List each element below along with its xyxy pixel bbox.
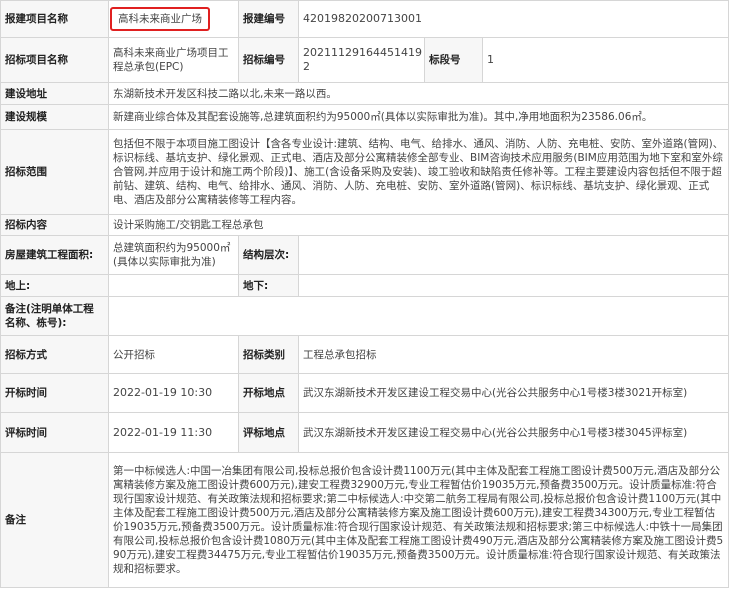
label-remarks: 备注: [0, 452, 109, 588]
row-project-name: 报建项目名称 高科未来商业广场 报建编号 42019820200713001: [0, 0, 729, 38]
value-area: 总建筑面积约为95000㎡(具体以实际审批为准): [108, 235, 239, 275]
label-remark-unit: 备注(注明单体工程名称、栋号):: [0, 296, 109, 336]
label-section-no: 标段号: [424, 37, 483, 83]
label-scope: 招标范围: [0, 129, 109, 215]
project-name-text: 高科未来商业广场: [118, 13, 202, 25]
row-address: 建设地址 东湖新技术开发区科技二路以北,未来一路以西。: [0, 82, 729, 105]
row-scale: 建设规模 新建商业综合体及其配套设施等,总建筑面积约为95000㎡(具体以实际审…: [0, 104, 729, 130]
row-scope: 招标范围 包括但不限于本项目施工图设计【含各专业设计:建筑、结构、电气、给排水、…: [0, 129, 729, 215]
row-content: 招标内容 设计采购施工/交钥匙工程总承包: [0, 214, 729, 236]
value-eval-place: 武汉东湖新技术开发区建设工程交易中心(光谷公共服务中心1号楼3楼3045评标室): [297, 412, 729, 453]
row-remark-unit: 备注(注明单体工程名称、栋号):: [0, 296, 729, 336]
tender-info-table: 报建项目名称 高科未来商业广场 报建编号 42019820200713001 招…: [0, 0, 729, 588]
value-open-place: 武汉东湖新技术开发区建设工程交易中心(光谷公共服务中心1号楼3楼3021开标室): [297, 373, 729, 413]
label-tender-no: 招标编号: [238, 37, 299, 83]
row-above-below: 地上: 地下:: [0, 274, 729, 297]
value-below: [297, 274, 729, 297]
row-area: 房屋建筑工程面积: 总建筑面积约为95000㎡(具体以实际审批为准) 结构层次:: [0, 235, 729, 275]
value-remark-unit: [107, 296, 729, 336]
label-tender-project: 招标项目名称: [0, 37, 109, 83]
row-open: 开标时间 2022-01-19 10:30 开标地点 武汉东湖新技术开发区建设工…: [0, 373, 729, 413]
value-open-time: 2022-01-19 10:30: [108, 373, 239, 413]
value-eval-time: 2022-01-19 11:30: [108, 412, 239, 453]
value-report-no: 42019820200713001: [297, 0, 729, 38]
label-eval-place: 评标地点: [238, 412, 299, 453]
value-type: 工程总承包招标: [297, 335, 729, 374]
label-open-time: 开标时间: [0, 373, 109, 413]
label-address: 建设地址: [0, 82, 109, 105]
label-content: 招标内容: [0, 214, 109, 236]
label-open-place: 开标地点: [238, 373, 299, 413]
value-section-no: 1: [481, 37, 729, 83]
value-remarks: 第一中标候选人:中国一冶集团有限公司,投标总报价包含设计费1100万元(其中主体…: [107, 452, 729, 588]
row-eval: 评标时间 2022-01-19 11:30 评标地点 武汉东湖新技术开发区建设工…: [0, 412, 729, 453]
value-project-name: 高科未来商业广场: [108, 0, 239, 38]
value-above: [108, 274, 239, 297]
value-address: 东湖新技术开发区科技二路以北,未来一路以西。: [107, 82, 729, 105]
label-project-name: 报建项目名称: [0, 0, 109, 38]
value-tender-project: 高科未来商业广场项目工程总承包(EPC): [108, 37, 239, 83]
label-structure: 结构层次:: [238, 235, 299, 275]
row-remarks: 备注 第一中标候选人:中国一冶集团有限公司,投标总报价包含设计费1100万元(其…: [0, 452, 729, 588]
row-method: 招标方式 公开招标 招标类别 工程总承包招标: [0, 335, 729, 374]
label-scale: 建设规模: [0, 104, 109, 130]
row-tender-project: 招标项目名称 高科未来商业广场项目工程总承包(EPC) 招标编号 2021112…: [0, 37, 729, 83]
value-method: 公开招标: [108, 335, 239, 374]
value-structure: [297, 235, 729, 275]
label-above: 地上:: [0, 274, 109, 297]
label-method: 招标方式: [0, 335, 109, 374]
value-tender-no: 20211129164451419​2: [298, 37, 425, 83]
label-eval-time: 评标时间: [0, 412, 109, 453]
label-below: 地下:: [238, 274, 299, 297]
label-type: 招标类别: [238, 335, 299, 374]
value-scope: 包括但不限于本项目施工图设计【含各专业设计:建筑、结构、电气、给排水、通风、消防…: [107, 129, 729, 215]
value-content: 设计采购施工/交钥匙工程总承包: [107, 214, 729, 236]
value-scale: 新建商业综合体及其配套设施等,总建筑面积约为95000㎡(具体以实际审批为准)。…: [107, 104, 729, 130]
label-area: 房屋建筑工程面积:: [0, 235, 109, 275]
label-report-no: 报建编号: [238, 0, 299, 38]
highlight-box: 高科未来商业广场: [110, 7, 210, 31]
